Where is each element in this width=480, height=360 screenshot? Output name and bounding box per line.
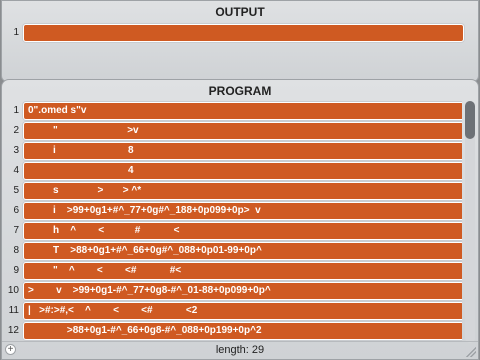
program-row: 12 >88+0g1-#^_66+0g8-#^_088+0p199+0p^2: [2, 321, 462, 341]
program-line-field[interactable]: i 8: [23, 142, 462, 160]
line-number: 10: [7, 285, 19, 296]
output-line-field[interactable]: [23, 24, 464, 42]
program-line-field[interactable]: 4: [23, 162, 462, 180]
line-number: 5: [13, 185, 19, 196]
program-line-field[interactable]: " ^ < <# #<: [23, 262, 462, 280]
line-number: 7: [13, 225, 19, 236]
program-scrollbar[interactable]: [465, 101, 475, 343]
line-number: 12: [7, 325, 19, 336]
program-line-field[interactable]: s > > ^*: [23, 182, 462, 200]
program-panel: PROGRAM 1 0".omed s"v 2 " >v 3 i 84 45 s > …: [1, 79, 479, 360]
program-line-field[interactable]: T >88+0g1+#^_66+0g#^_088+0p01-99+0p^: [23, 242, 462, 260]
program-line-field[interactable]: h ^ < # <: [23, 222, 462, 240]
program-row: 10 > v >99+0g1-#^_77+0g8-#^_01-88+0p099+0…: [2, 281, 462, 301]
resize-grip-icon[interactable]: [466, 347, 476, 357]
program-line-field[interactable]: 0".omed s"v: [23, 102, 462, 120]
program-row: 7 h ^ < # <: [2, 221, 462, 241]
program-row: 9 " ^ < <# #<: [2, 261, 462, 281]
scroll-thumb[interactable]: [465, 101, 475, 139]
program-row: 3 i 8: [2, 141, 462, 161]
line-number: 1: [13, 105, 19, 116]
program-row: 11 | >#:>#,< ^ < <# <2: [2, 301, 462, 321]
program-row: 4 4: [2, 161, 462, 181]
program-line-field[interactable]: > v >99+0g1-#^_77+0g8-#^_01-88+0p099+0p^: [23, 282, 462, 300]
line-number: 9: [13, 265, 19, 276]
program-line-field[interactable]: i >99+0g1+#^_77+0g#^_188+0p099+0p> v: [23, 202, 462, 220]
program-line-field[interactable]: >88+0g1-#^_66+0g8-#^_088+0p199+0p^2: [23, 322, 462, 340]
output-title: OUTPUT: [215, 5, 265, 19]
program-line-field[interactable]: | >#:>#,< ^ < <# <2: [23, 302, 462, 320]
line-number: 1: [13, 27, 19, 38]
line-number: 8: [13, 245, 19, 256]
line-number: 4: [13, 165, 19, 176]
program-row: 8 T >88+0g1+#^_66+0g#^_088+0p01-99+0p^: [2, 241, 462, 261]
program-row: 5 s > > ^*: [2, 181, 462, 201]
line-number: 6: [13, 205, 19, 216]
program-row: 1 0".omed s"v: [2, 101, 462, 121]
program-line-field[interactable]: " >v: [23, 122, 462, 140]
program-rows: 1 0".omed s"v 2 " >v 3 i 84 45 s > > ^* 6 i …: [2, 101, 462, 343]
line-number: 11: [8, 305, 19, 316]
program-row: 2 " >v: [2, 121, 462, 141]
program-title: PROGRAM: [208, 84, 272, 98]
length-label: length: 29: [215, 344, 265, 356]
output-panel: OUTPUT 1: [1, 0, 479, 82]
line-number: 2: [13, 125, 19, 136]
line-number: 3: [13, 145, 19, 156]
program-row: 6 i >99+0g1+#^_77+0g#^_188+0p099+0p> v: [2, 201, 462, 221]
output-row: 1: [2, 23, 478, 43]
program-footer: + length: 29: [2, 341, 478, 359]
